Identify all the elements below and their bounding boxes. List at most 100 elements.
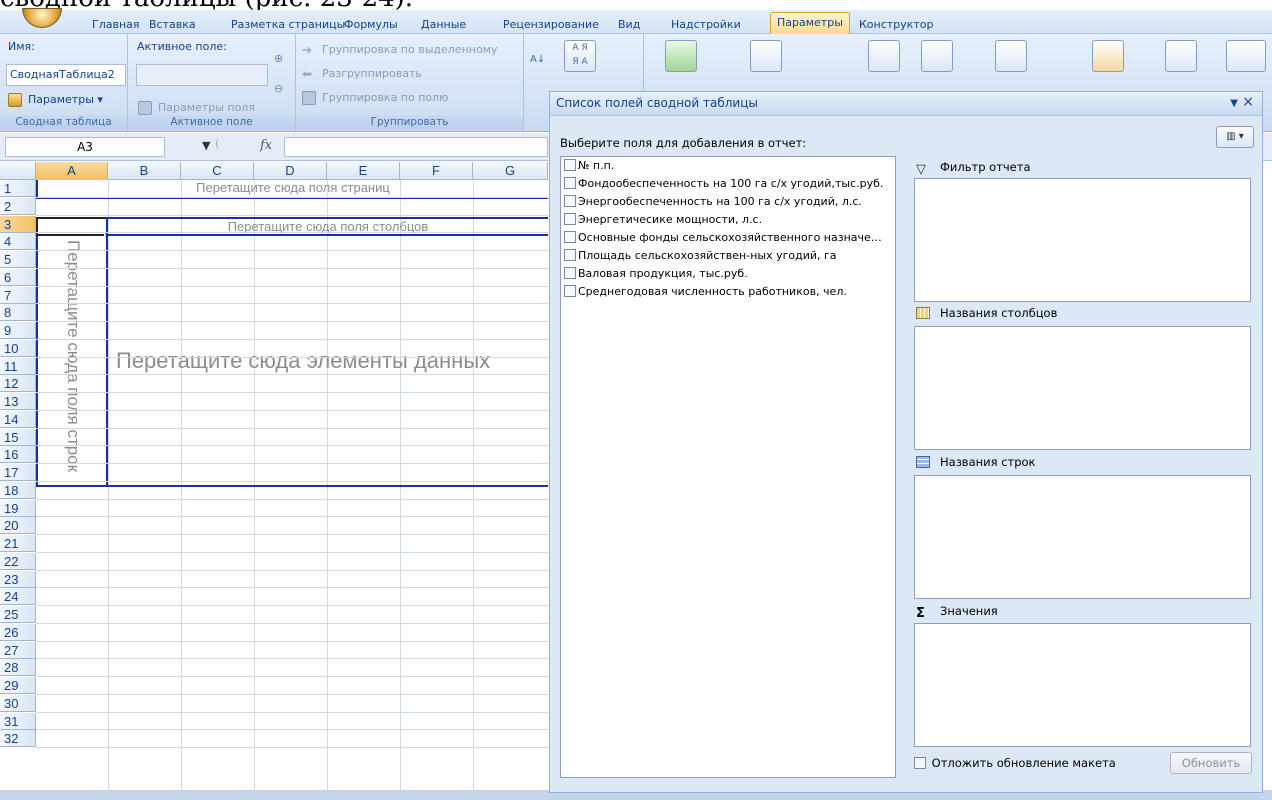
- row-header[interactable]: 25: [0, 606, 36, 623]
- field-item[interactable]: Фондообеспеченность на 100 га с/х угодий…: [564, 177, 883, 194]
- row-header[interactable]: 16: [0, 446, 36, 464]
- tab-home[interactable]: Главная: [86, 16, 146, 34]
- office-button[interactable]: [22, 8, 62, 28]
- tab-view[interactable]: Вид: [612, 16, 646, 34]
- checkbox[interactable]: [564, 159, 576, 171]
- clear-icon[interactable]: [868, 40, 900, 72]
- row-header[interactable]: 14: [0, 410, 36, 428]
- row-header[interactable]: 28: [0, 659, 36, 677]
- column-header[interactable]: E: [327, 162, 400, 180]
- row-header[interactable]: 6: [0, 268, 36, 286]
- tab-options[interactable]: Параметры: [770, 12, 850, 34]
- field-item[interactable]: Основные фонды сельскохозяйственного наз…: [564, 231, 882, 248]
- values-area[interactable]: [914, 623, 1251, 747]
- pivot-options-button[interactable]: Параметры ▾: [6, 90, 103, 110]
- group-field-button[interactable]: Группировка по полю: [300, 88, 448, 108]
- select-icon[interactable]: [921, 40, 953, 72]
- update-button[interactable]: Обновить: [1170, 752, 1252, 774]
- pane-dropdown-icon[interactable]: ▼: [1230, 98, 1238, 109]
- checkbox[interactable]: [564, 177, 576, 189]
- select-all-corner[interactable]: [0, 162, 36, 180]
- row-header[interactable]: 8: [0, 304, 36, 322]
- row-header[interactable]: 4: [0, 233, 36, 251]
- defer-update-checkbox[interactable]: [914, 757, 926, 769]
- name-box[interactable]: A3: [5, 137, 165, 157]
- row-header[interactable]: 13: [0, 393, 36, 410]
- column-header[interactable]: G: [473, 162, 548, 180]
- column-header[interactable]: D: [254, 162, 327, 180]
- checkbox[interactable]: [564, 249, 576, 261]
- column-header[interactable]: B: [108, 162, 181, 180]
- row-header[interactable]: 31: [0, 712, 36, 730]
- close-icon[interactable]: ×: [1242, 94, 1254, 110]
- row-header[interactable]: 27: [0, 641, 36, 659]
- tab-addins[interactable]: Надстройки: [665, 16, 747, 34]
- field-item[interactable]: Среднегодовая численность работников, че…: [564, 285, 847, 302]
- field-item[interactable]: Площадь сельскохозяйствен-ных угодий, га: [564, 249, 837, 266]
- formulas-icon[interactable]: [1165, 40, 1197, 72]
- tab-review[interactable]: Рецензирование: [497, 16, 605, 34]
- row-header[interactable]: 22: [0, 552, 36, 570]
- insert-function-icon[interactable]: fx: [260, 138, 272, 153]
- pivot-name-input[interactable]: СводнаяТаблица2: [6, 64, 126, 86]
- row-header[interactable]: 9: [0, 322, 36, 339]
- row-header[interactable]: 3: [0, 215, 36, 233]
- column-header[interactable]: C: [181, 162, 254, 180]
- collapse-field-icon[interactable]: ⊖: [274, 82, 283, 95]
- row-header[interactable]: 10: [0, 339, 36, 357]
- row-header[interactable]: 23: [0, 570, 36, 588]
- column-header[interactable]: F: [400, 162, 473, 180]
- sort-dialog-icon[interactable]: А Я Я А: [564, 40, 596, 72]
- row-header[interactable]: 21: [0, 535, 36, 552]
- row-fields-drop-zone[interactable]: Перетащите сюда поля строк: [36, 236, 108, 487]
- row-header[interactable]: 19: [0, 499, 36, 517]
- checkbox[interactable]: [564, 267, 576, 279]
- expand-field-icon[interactable]: ⊕: [274, 52, 283, 65]
- change-data-source-icon[interactable]: [750, 40, 782, 72]
- olap-tools-icon[interactable]: [1226, 40, 1266, 72]
- field-layout-button[interactable]: ▥ ▾: [1216, 126, 1254, 148]
- sort-az-icon[interactable]: А↓: [530, 54, 545, 65]
- field-item[interactable]: № п.п.: [564, 159, 614, 176]
- report-filter-area[interactable]: [914, 178, 1251, 302]
- tab-data[interactable]: Данные: [415, 16, 472, 34]
- row-header[interactable]: 12: [0, 375, 36, 393]
- group-selection-button[interactable]: ➔ Группировка по выделенному: [300, 40, 498, 60]
- active-field-input[interactable]: [136, 64, 268, 86]
- checkbox[interactable]: [564, 231, 576, 243]
- move-pivot-icon[interactable]: [995, 40, 1027, 72]
- column-labels-area[interactable]: [914, 326, 1251, 450]
- field-item[interactable]: Энергообеспеченность на 100 га с/х угоди…: [564, 195, 862, 212]
- tab-design[interactable]: Конструктор: [853, 16, 939, 34]
- formula-input[interactable]: [284, 137, 548, 157]
- row-header[interactable]: 18: [0, 481, 36, 499]
- row-header[interactable]: 26: [0, 623, 36, 641]
- row-header[interactable]: 30: [0, 694, 36, 712]
- tab-formulas[interactable]: Формулы: [338, 16, 404, 34]
- row-header[interactable]: 15: [0, 428, 36, 446]
- row-header[interactable]: 32: [0, 730, 36, 748]
- row-header[interactable]: 17: [0, 464, 36, 481]
- checkbox[interactable]: [564, 285, 576, 297]
- tab-page-layout[interactable]: Разметка страницы: [225, 16, 351, 34]
- checkbox[interactable]: [564, 195, 576, 207]
- cancel-formula-icon[interactable]: (: [215, 137, 219, 150]
- defer-update-row[interactable]: Отложить обновление макета: [914, 756, 1116, 770]
- ungroup-button[interactable]: ⬅ Разгруппировать: [300, 64, 422, 84]
- row-header[interactable]: 5: [0, 251, 36, 268]
- row-header[interactable]: 2: [0, 197, 36, 215]
- row-header[interactable]: 29: [0, 677, 36, 694]
- refresh-icon[interactable]: [665, 40, 697, 72]
- worksheet-grid[interactable]: A B C D E F G Перетащите сюда поля стран…: [0, 162, 548, 790]
- row-header[interactable]: 1: [0, 180, 36, 197]
- row-labels-area[interactable]: [914, 475, 1251, 599]
- data-items-drop-zone[interactable]: Перетащите сюда элементы данных: [106, 236, 548, 487]
- tab-insert[interactable]: Вставка: [143, 16, 202, 34]
- row-header[interactable]: 20: [0, 517, 36, 535]
- row-header[interactable]: 24: [0, 588, 36, 606]
- checkbox[interactable]: [564, 213, 576, 225]
- chevron-down-icon[interactable]: ▼: [202, 139, 210, 152]
- row-header[interactable]: 7: [0, 286, 36, 304]
- field-item[interactable]: Валовая продукция, тыс.руб.: [564, 267, 748, 284]
- field-item[interactable]: Энергетичесике мощности, л.с.: [564, 213, 762, 230]
